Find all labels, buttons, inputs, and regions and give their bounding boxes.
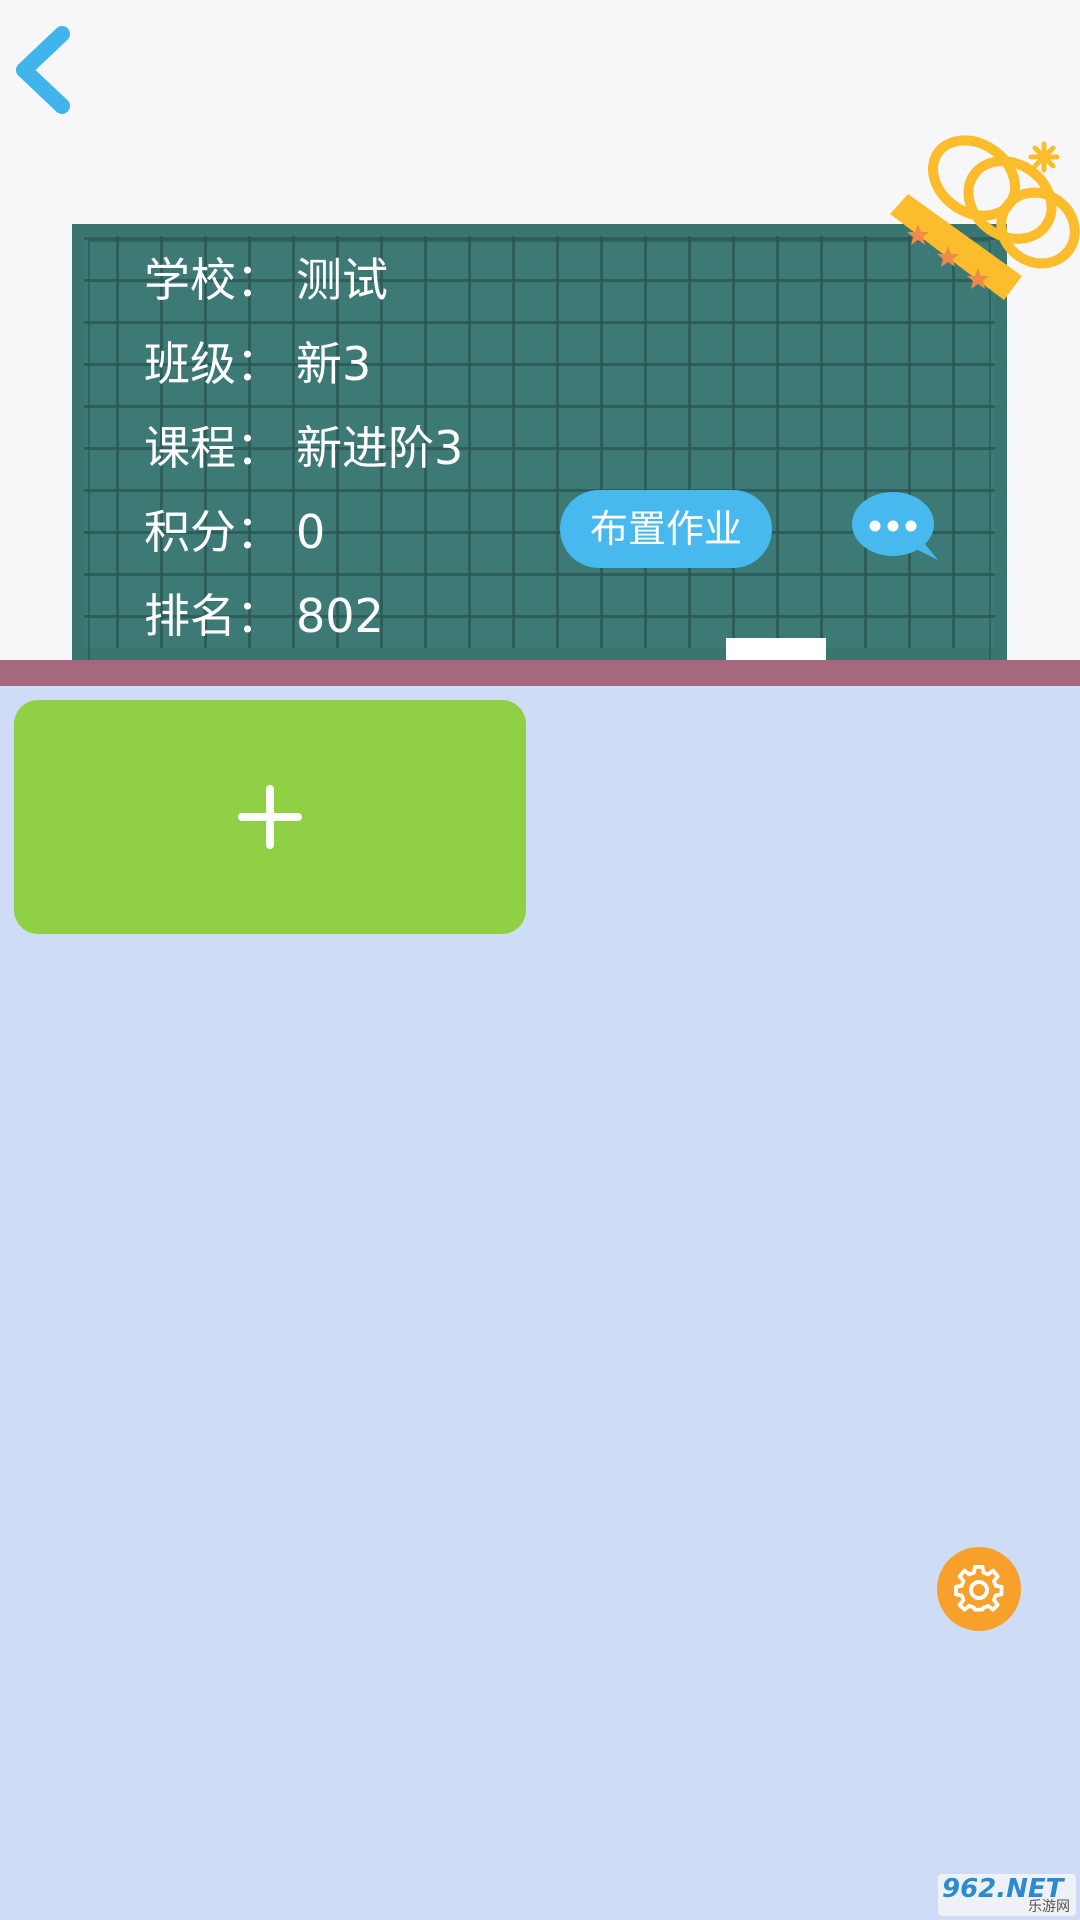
chevron-left-icon	[16, 26, 70, 114]
assign-homework-button[interactable]: 布置作业	[560, 490, 772, 568]
back-button[interactable]	[8, 20, 80, 120]
school-row: 学校： 测试	[144, 244, 388, 310]
points-row: 积分： 0	[144, 496, 325, 562]
rank-row: 排名： 802	[144, 580, 384, 646]
class-info-board: 学校： 测试 班级： 新3 课程： 新进阶3 积分： 0 排名： 802	[72, 224, 1007, 660]
watermark: 962.NET 乐游网	[938, 1874, 1076, 1916]
chalk	[726, 638, 826, 660]
course-label: 课程：	[144, 421, 282, 475]
course-value: 新进阶3	[296, 421, 464, 475]
points-value: 0	[296, 505, 326, 559]
board-ledge	[0, 660, 1080, 686]
class-label: 班级：	[144, 337, 282, 391]
course-row: 课程： 新进阶3	[144, 412, 463, 478]
chat-bubble-icon	[852, 492, 938, 560]
rank-label: 排名：	[144, 589, 282, 643]
crown-icon	[890, 135, 1080, 300]
settings-button[interactable]	[937, 1547, 1021, 1631]
points-label: 积分：	[144, 505, 282, 559]
school-label: 学校：	[144, 253, 282, 307]
class-value: 新3	[296, 337, 372, 391]
watermark-subtitle: 乐游网	[1028, 1899, 1070, 1915]
class-row: 班级： 新3	[144, 328, 371, 394]
chat-button[interactable]	[850, 490, 940, 564]
school-value: 测试	[296, 253, 388, 307]
add-homework-card[interactable]	[14, 700, 526, 934]
rank-value: 802	[296, 589, 384, 643]
gear-icon	[954, 1564, 1004, 1612]
